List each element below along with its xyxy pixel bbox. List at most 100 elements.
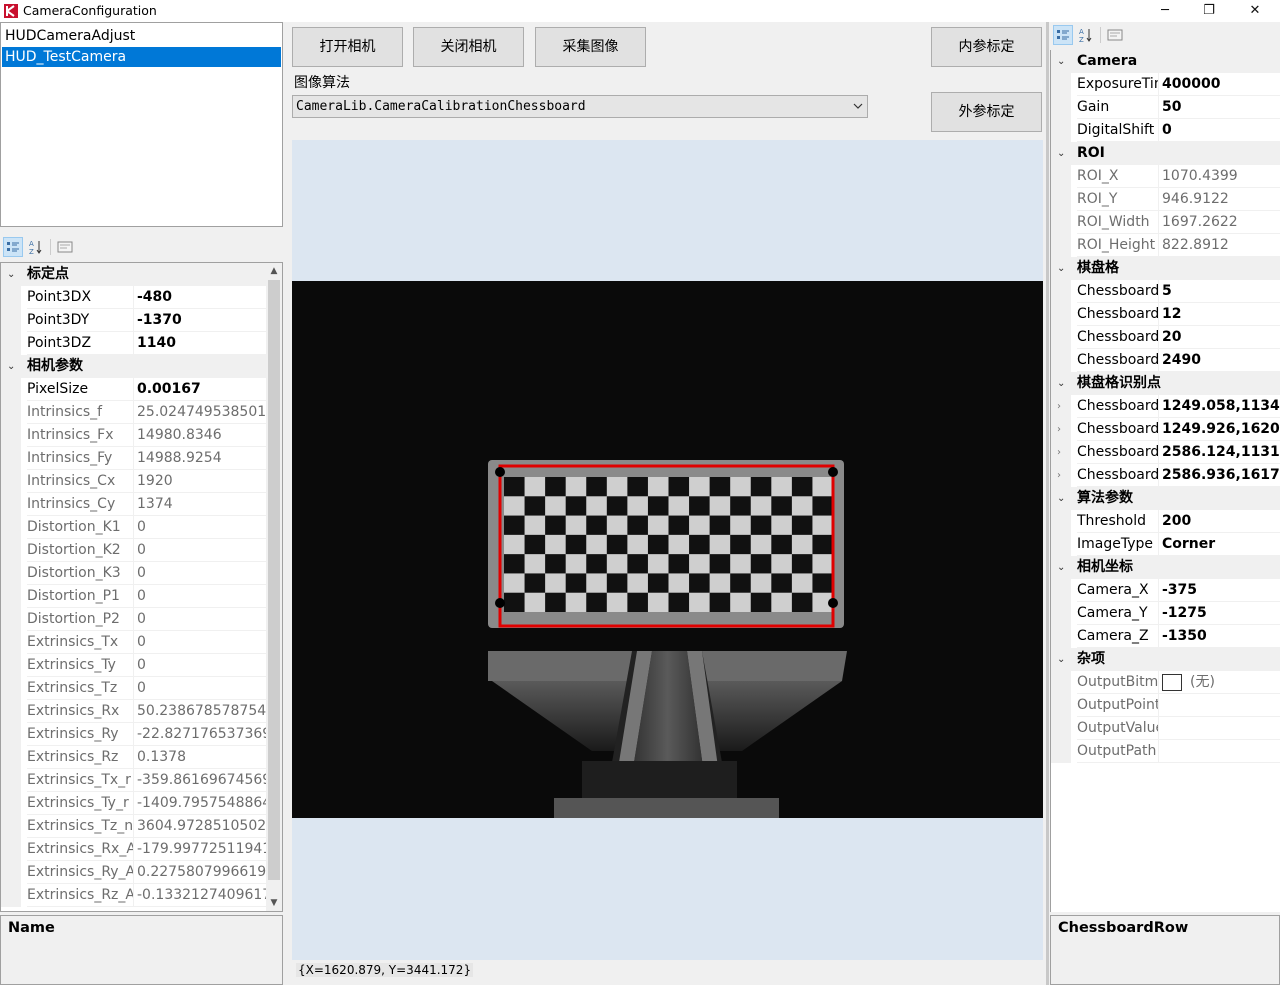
algorithm-select[interactable]: CameraLib.CameraCalibrationChessboard — [292, 95, 868, 118]
property-name[interactable]: ChessboardCol — [1077, 303, 1158, 326]
property-value[interactable]: 0 — [133, 654, 266, 677]
grid-category[interactable]: ⌄ 相机参数 — [1, 355, 266, 378]
right-property-grid[interactable]: ⌄CameraExposureTime400000Gain50DigitalSh… — [1050, 50, 1280, 912]
grid-row[interactable]: Extrinsics_Rx_A -179.997725119418 — [1, 838, 266, 861]
property-name[interactable]: ROI_Width — [1077, 211, 1158, 234]
grid-row[interactable]: Point3DY -1370 — [1, 309, 266, 332]
intrinsic-calibration-button[interactable]: 内参标定 — [931, 27, 1042, 67]
property-value[interactable]: 946.9122 — [1158, 188, 1280, 211]
property-name[interactable]: Point3DY — [27, 309, 133, 332]
grid-row[interactable]: Extrinsics_Tx 0 — [1, 631, 266, 654]
collapse-icon[interactable]: ⌄ — [1057, 648, 1065, 671]
collapse-icon[interactable]: ⌄ — [7, 263, 15, 286]
grid-row[interactable]: Intrinsics_Cy 1374 — [1, 493, 266, 516]
chevron-down-icon[interactable] — [853, 96, 863, 124]
property-value[interactable]: 0 — [133, 516, 266, 539]
collapse-icon[interactable]: ⌄ — [1057, 556, 1065, 579]
property-name[interactable]: Intrinsics_Cx — [27, 470, 133, 493]
scroll-down-icon[interactable]: ▼ — [266, 895, 282, 911]
property-name[interactable]: Point3DX — [27, 286, 133, 309]
property-value[interactable] — [1158, 694, 1280, 717]
grid-row[interactable]: Extrinsics_Ry -22.8271765373692 — [1, 723, 266, 746]
grid-row[interactable]: Extrinsics_Rz 0.1378 — [1, 746, 266, 769]
collapse-icon[interactable]: ⌄ — [1057, 372, 1065, 395]
alphabetical-sort-icon[interactable]: AZ — [1076, 25, 1096, 45]
property-value[interactable] — [1158, 717, 1280, 740]
grid-row[interactable]: Gain 50 — [1051, 96, 1280, 119]
property-name[interactable]: Distortion_K3 — [27, 562, 133, 585]
scroll-thumb[interactable] — [268, 280, 280, 880]
property-value[interactable]: -480 — [133, 286, 266, 309]
property-name[interactable]: PixelSize — [27, 378, 133, 401]
grid-row[interactable]: Distortion_K3 0 — [1, 562, 266, 585]
property-name[interactable]: Intrinsics_Cy — [27, 493, 133, 516]
grid-row[interactable]: › ChessboardP21249.926,1620.7 — [1051, 418, 1280, 441]
grid-row[interactable]: Extrinsics_Tx_r -359.861696745696 — [1, 769, 266, 792]
grid-row[interactable]: Distortion_K2 0 — [1, 539, 266, 562]
grid-row[interactable]: Extrinsics_Ty 0 — [1, 654, 266, 677]
grid-row[interactable]: Extrinsics_Tz 0 — [1, 677, 266, 700]
property-value[interactable]: 1070.4399 — [1158, 165, 1280, 188]
property-name[interactable]: ChessboardArea — [1077, 349, 1158, 372]
property-name[interactable]: Camera_X — [1077, 579, 1158, 602]
grid-row[interactable]: Intrinsics_f25.024749538501090 — [1, 401, 266, 424]
grid-category[interactable]: ⌄ 杂项 — [1051, 648, 1280, 671]
property-value[interactable]: 1140 — [133, 332, 266, 355]
property-name[interactable]: Extrinsics_Rx_A — [27, 838, 133, 861]
property-name[interactable]: Extrinsics_Rz — [27, 746, 133, 769]
property-value[interactable]: -1275 — [1158, 602, 1280, 625]
property-value[interactable]: 5 — [1158, 280, 1280, 303]
property-value[interactable]: 2490 — [1158, 349, 1280, 372]
property-value[interactable]: 14988.9254 — [133, 447, 266, 470]
property-value[interactable]: 3604.972851050288 — [133, 815, 266, 838]
property-name[interactable]: ExposureTime — [1077, 73, 1158, 96]
open-camera-button[interactable]: 打开相机 — [292, 27, 403, 67]
camera-list[interactable]: HUDCameraAdjust HUD_TestCamera — [0, 22, 283, 227]
collapse-icon[interactable]: ⌄ — [1057, 50, 1065, 73]
property-value[interactable]: 12 — [1158, 303, 1280, 326]
property-name[interactable]: ChessboardRow — [1077, 280, 1158, 303]
property-name[interactable]: Intrinsics_Fx — [27, 424, 133, 447]
property-name[interactable]: Camera_Z — [1077, 625, 1158, 648]
property-value[interactable]: 14980.8346 — [133, 424, 266, 447]
property-value[interactable]: 0 — [133, 562, 266, 585]
property-value[interactable]: 1920 — [133, 470, 266, 493]
grid-row[interactable]: Distortion_P1 0 — [1, 585, 266, 608]
property-value[interactable]: 2586.124,1131.1 — [1158, 441, 1280, 464]
grid-row[interactable]: Distortion_P2 0 — [1, 608, 266, 631]
close-camera-button[interactable]: 关闭相机 — [413, 27, 524, 67]
property-name[interactable]: Point3DZ — [27, 332, 133, 355]
property-name[interactable]: Extrinsics_Rx — [27, 700, 133, 723]
grid-row[interactable]: Camera_Y -1275 — [1051, 602, 1280, 625]
grid-row[interactable]: Point3DX -480 — [1, 286, 266, 309]
grid-row[interactable]: Extrinsics_Tz_n3604.972851050288 — [1, 815, 266, 838]
capture-image-button[interactable]: 采集图像 — [535, 27, 646, 67]
collapse-icon[interactable]: ⌄ — [1057, 487, 1065, 510]
grid-row[interactable]: Intrinsics_Cx 1920 — [1, 470, 266, 493]
grid-row[interactable]: ROI_Height 822.8912 — [1051, 234, 1280, 257]
property-name[interactable]: Distortion_K1 — [27, 516, 133, 539]
property-value[interactable]: -179.997725119418 — [133, 838, 266, 861]
property-value[interactable]: 1374 — [133, 493, 266, 516]
property-value[interactable]: -1350 — [1158, 625, 1280, 648]
left-property-grid[interactable]: ⌄ 标定点 Point3DX -480 Point3DY -1370 Point3DZ 114… — [0, 262, 283, 912]
property-name[interactable]: OutputPath — [1077, 740, 1158, 763]
property-value[interactable]: 200 — [1158, 510, 1280, 533]
grid-row[interactable]: PixelSize 0.00167 — [1, 378, 266, 401]
grid-category[interactable]: ⌄ Camera — [1051, 50, 1280, 73]
grid-row[interactable]: ROI_Y 946.9122 — [1051, 188, 1280, 211]
categorized-view-icon[interactable] — [3, 237, 23, 257]
property-name[interactable]: ROI_X — [1077, 165, 1158, 188]
property-value[interactable]: 50.23867857875481 — [133, 700, 266, 723]
property-name[interactable]: OutputBitmap — [1077, 671, 1158, 694]
expand-icon[interactable]: › — [1057, 464, 1061, 487]
property-value[interactable]: 20 — [1158, 326, 1280, 349]
grid-row[interactable]: › ChessboardP42586.936,1617.6 — [1051, 464, 1280, 487]
camera-list-item-selected[interactable]: HUD_TestCamera — [2, 47, 281, 67]
scroll-up-icon[interactable]: ▲ — [266, 263, 282, 279]
property-value[interactable]: 0 — [1158, 119, 1280, 142]
property-value[interactable]: 0 — [133, 608, 266, 631]
grid-row[interactable]: ROI_Width 1697.2622 — [1051, 211, 1280, 234]
grid-row[interactable]: ExposureTime400000 — [1051, 73, 1280, 96]
property-name[interactable]: Extrinsics_Tz_n — [27, 815, 133, 838]
